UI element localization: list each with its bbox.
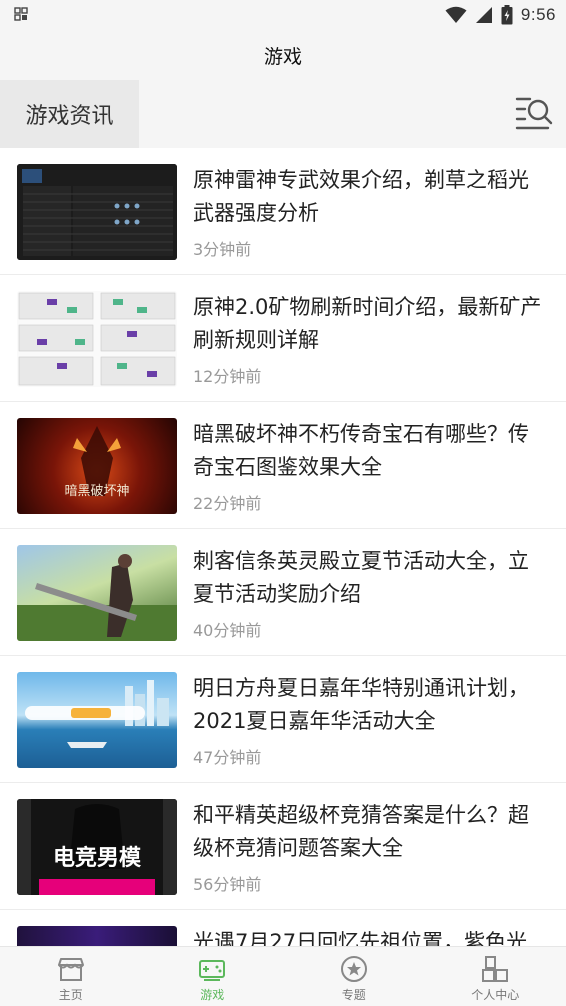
tab-topics[interactable]: 专题	[283, 947, 425, 1006]
notification-icon	[14, 7, 28, 21]
article-title[interactable]: 暗黑破坏神不朽传奇宝石有哪些？传奇宝石图鉴效果大全	[193, 418, 549, 484]
article-item[interactable]: 暗黑破坏神 暗黑破坏神不朽传奇宝石有哪些？传奇宝石图鉴效果大全 22分钟前	[0, 402, 566, 529]
article-list[interactable]: 原神雷神专武效果介绍，剃草之稻光武器强度分析 3分钟前 原神2.0矿物刷新时间介…	[0, 148, 566, 946]
article-thumbnail: 暗黑破坏神	[17, 418, 177, 514]
article-title[interactable]: 光遇7月27日回忆先祖位置，紫色光	[193, 926, 549, 946]
article-time: 12分钟前	[193, 367, 262, 386]
pubg-banner-text: 电竞男模	[53, 845, 142, 871]
tab-home[interactable]: 主页	[0, 947, 142, 1006]
tab-games[interactable]: 游戏	[142, 947, 284, 1006]
article-item[interactable]: 明日方舟夏日嘉年华特别通讯计划，2021夏日嘉年华活动大全 47分钟前	[0, 656, 566, 783]
title-bar: 游戏	[0, 30, 566, 80]
page-title: 游戏	[263, 46, 302, 68]
article-title[interactable]: 和平精英超级杯竞猜答案是什么？超级杯竞猜问题答案大全	[193, 799, 549, 865]
diablo-logo-text: 暗黑破坏神	[64, 484, 129, 499]
user-grid-icon	[482, 956, 509, 982]
article-time: 47分钟前	[193, 748, 262, 767]
tab-label: 专题	[341, 988, 366, 1002]
star-circle-icon	[340, 956, 367, 982]
article-thumbnail	[17, 545, 177, 641]
search-list-icon[interactable]	[514, 93, 554, 133]
article-thumbnail: 电竞男模	[17, 799, 177, 895]
article-title[interactable]: 明日方舟夏日嘉年华特别通讯计划，2021夏日嘉年华活动大全	[193, 672, 549, 738]
article-time: 40分钟前	[193, 621, 262, 640]
article-item[interactable]: 原神2.0矿物刷新时间介绍，最新矿产刷新规则详解 12分钟前	[0, 275, 566, 402]
status-bar: 9:56	[0, 0, 566, 30]
article-item[interactable]: 原神雷神专武效果介绍，剃草之稻光武器强度分析 3分钟前	[0, 148, 566, 275]
article-thumbnail	[17, 672, 177, 768]
tab-label: 个人中心	[471, 988, 520, 1002]
article-thumbnail	[17, 164, 177, 260]
tab-label: 主页	[58, 988, 83, 1002]
gamepad-icon	[199, 960, 226, 981]
tab-label: 游戏	[200, 988, 225, 1002]
battery-icon	[501, 5, 513, 25]
wifi-icon	[445, 6, 467, 23]
article-item[interactable]: 刺客信条英灵殿立夏节活动大全，立夏节活动奖励介绍 40分钟前	[0, 529, 566, 656]
article-time: 3分钟前	[193, 240, 252, 259]
category-bar: 游戏资讯	[0, 80, 566, 148]
tab-profile[interactable]: 个人中心	[425, 947, 566, 1006]
article-time: 22分钟前	[193, 494, 262, 513]
article-thumbnail	[17, 926, 177, 946]
article-thumbnail	[17, 291, 177, 387]
category-tab-news[interactable]: 游戏资讯	[0, 80, 139, 148]
signal-icon	[475, 7, 492, 23]
article-title[interactable]: 原神雷神专武效果介绍，剃草之稻光武器强度分析	[193, 164, 549, 230]
article-title[interactable]: 刺客信条英灵殿立夏节活动大全，立夏节活动奖励介绍	[193, 545, 549, 611]
article-title[interactable]: 原神2.0矿物刷新时间介绍，最新矿产刷新规则详解	[193, 291, 549, 357]
status-time: 9:56	[520, 5, 556, 24]
article-item[interactable]: 电竞男模 和平精英超级杯竞猜答案是什么？超级杯竞猜问题答案大全 56分钟前	[0, 783, 566, 910]
bottom-tab-bar: 主页 游戏 专题 个人中心	[0, 946, 566, 1006]
article-time: 56分钟前	[193, 875, 262, 894]
store-icon	[57, 958, 84, 981]
article-item[interactable]: 光遇7月27日回忆先祖位置，紫色光	[0, 910, 566, 946]
